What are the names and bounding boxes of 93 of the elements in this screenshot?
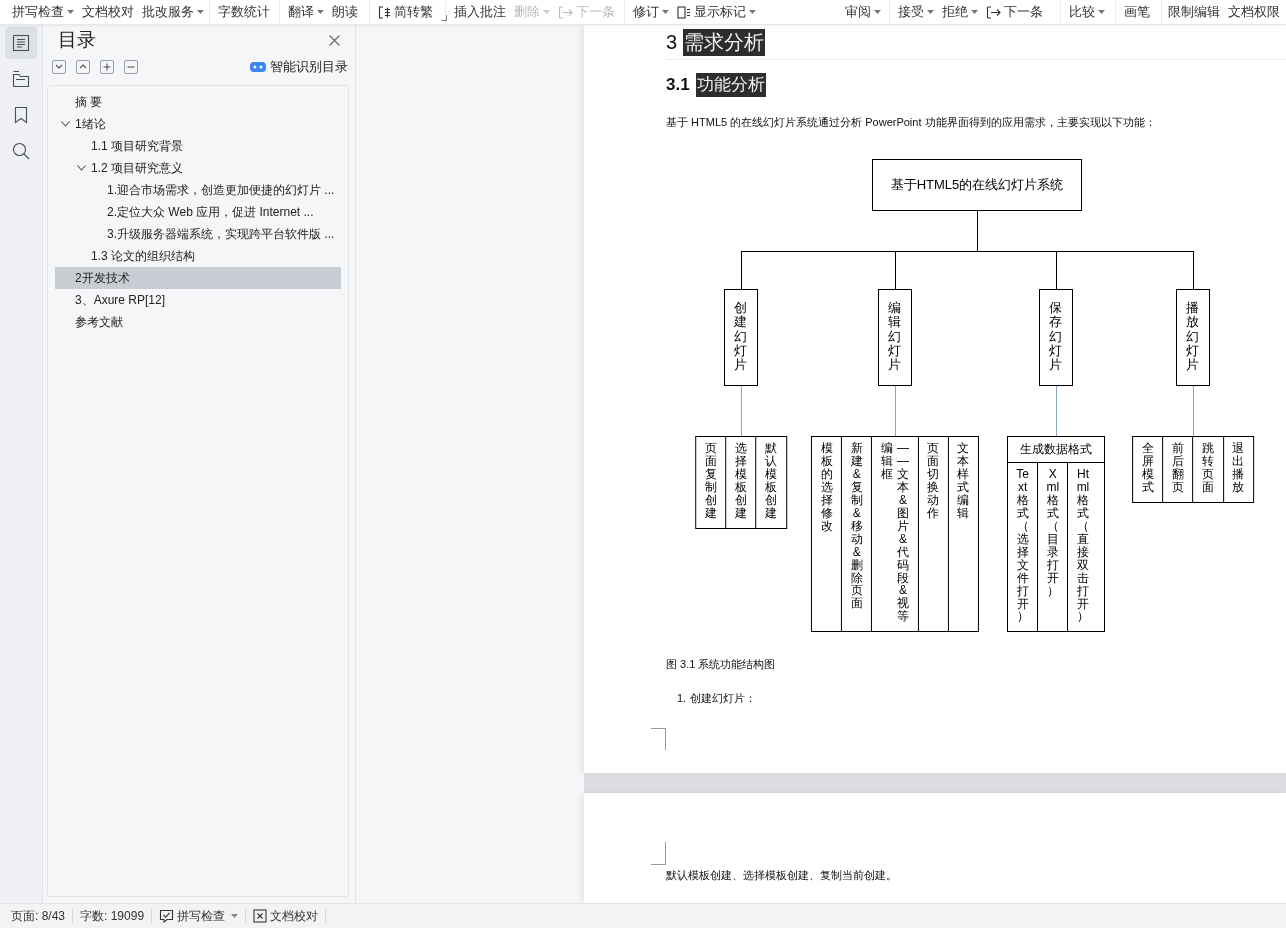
collapse-button[interactable] [52,60,66,74]
leaf-label: ——文本&图片&代码段&视等 [896,442,910,624]
toolbar-button[interactable]: 文档校对 [82,2,134,22]
leaf-label: Xml格式（目录打开） [1046,468,1060,600]
toolbar-button[interactable]: 显示标记 [677,2,756,22]
toolbar-button[interactable]: 批改服务 [142,2,204,22]
search-icon [12,142,30,160]
toolbar-button[interactable]: 画笔 [1124,2,1150,22]
leaf-label: Text格式（选择文件打开） [1016,468,1030,624]
toolbar-button[interactable]: 审阅 [845,2,881,22]
connector-line [1193,386,1194,436]
outline-item[interactable]: 1.1 项目研究背景 [55,135,341,157]
toolbar-button[interactable]: 翻译 [288,2,324,22]
corner-icon[interactable] [441,15,447,21]
outline-item[interactable]: 1.迎合市场需求，创造更加便捷的幻灯片 ... [55,179,341,201]
outline-item[interactable]: 参考文献 [55,311,341,333]
expand-button[interactable] [76,60,90,74]
leaf-label: 选择模板创建 [734,442,748,520]
toolbar-button[interactable]: 限制编辑 [1168,2,1220,22]
connector-line [1056,386,1057,436]
list-icon [12,34,30,52]
check-bubble-icon [159,909,175,923]
sidebar-tab[interactable] [5,27,37,59]
outline-item[interactable]: 3、Axure RP[12] [55,289,341,311]
add-button[interactable] [100,60,114,74]
minus-icon [127,63,135,71]
leaf-label: 全屏模式 [1141,442,1155,494]
leaf-label: 退出播放 [1231,442,1245,494]
toolbar-button[interactable]: 拼写检查 [12,2,74,22]
figure-caption: 图 3.1 系统功能结构图 [666,657,777,672]
connector-line [741,386,742,436]
leaf-label: 页面切换动作 [926,442,940,522]
root-node: 基于HTML5的在线幻灯片系统 [872,159,1082,211]
branch-node: 创建幻灯片 [724,289,758,386]
leaf-label: 页面复制创建 [704,442,718,520]
word-count: 字数: 19099 [79,907,146,925]
toolbar-button[interactable]: 下一条 [986,2,1043,22]
spell-check-button[interactable]: 拼写检查 [159,907,239,925]
connector-line [895,386,896,436]
list-item-text: 创建幻灯片： [690,691,757,706]
outline-item[interactable]: 1.2 项目研究意义 [55,157,341,179]
outline-item[interactable]: 摘 要 [55,91,341,113]
paragraph: 默认模板创建、选择模板创建、复制当前创建。 [666,868,898,883]
toolbar-button[interactable]: 修订 [633,2,669,22]
bookmark-icon [14,106,28,124]
x-box-icon [253,909,268,923]
plus-icon [103,63,111,71]
toolbar-button[interactable]: 朗读 [332,2,358,22]
toolbar-button[interactable]: 接受 [898,2,934,22]
bot-icon [250,61,266,73]
close-icon[interactable] [329,34,340,46]
page-indicator: 页面: 8/43 [10,907,67,925]
toolbar-button[interactable]: 文档权限 [1228,2,1280,22]
leaf-label: 跳转页面 [1201,442,1215,494]
branch-node: 编辑幻灯片 [878,289,912,386]
outline-item[interactable]: 1.3 论文的组织结构 [55,245,341,267]
panel-title: 目录 [58,28,96,52]
heading-number: 3 [666,30,678,55]
outline-item[interactable]: 1绪论 [55,113,341,135]
outline-item[interactable]: 3.升级服务器端系统，实现跨平台软件版 ... [55,223,341,245]
toolbar-button[interactable]: 插入批注 [454,2,506,22]
document-lines-icon [677,5,691,19]
leaf-label: 文本样式编辑 [956,442,971,522]
crop-mark-icon [651,842,666,865]
heading-title: 需求分析 [683,29,766,56]
group-header: 生成数据格式 [1008,437,1104,463]
leaf-label: 前后翻页 [1171,442,1185,494]
arrow-right-icon [986,5,1001,19]
leaf-label: 新建&复制&移动&删除页面 [850,442,864,613]
leaf-label: 默认模板创建 [764,442,778,520]
toolbar-button[interactable]: 比较 [1069,2,1105,22]
chevron-up-icon [79,63,87,71]
proofread-button[interactable]: 文档校对 [253,907,319,925]
toolbar-button[interactable]: 字数统计 [218,2,270,22]
bracket-lines-icon [378,5,391,19]
outline-item[interactable]: 2开发技术 [55,267,341,289]
branch-node: 保存幻灯片 [1039,289,1073,386]
list-number: 1. [677,691,687,706]
toolbar-button[interactable]: 简转繁 [378,2,433,22]
chevron-down-icon [55,63,63,71]
heading-number: 3.1 [666,74,690,96]
toolbar-button[interactable]: 拒绝 [942,2,978,22]
outline-item[interactable]: 2.定位大众 Web 应用，促进 Internet ... [55,201,341,223]
leaf-label: 编辑框 [880,442,894,483]
arrow-right-icon [558,5,573,19]
smart-outline-button[interactable]: 智能识别目录 [250,58,348,76]
heading-title: 功能分析 [695,73,766,97]
crop-mark-icon [651,728,666,750]
branch-node: 播放幻灯片 [1176,289,1210,386]
paragraph: 基于 HTML5 的在线幻灯片系统通过分析 PowerPoint 功能界面得到的应用需求，主要实现以下功能： [666,115,1157,130]
folder-icon [12,70,30,88]
leaf-label: 模板的选择修改 [819,442,834,535]
leaf-label: Html格式（直接双击打开） [1076,468,1090,624]
